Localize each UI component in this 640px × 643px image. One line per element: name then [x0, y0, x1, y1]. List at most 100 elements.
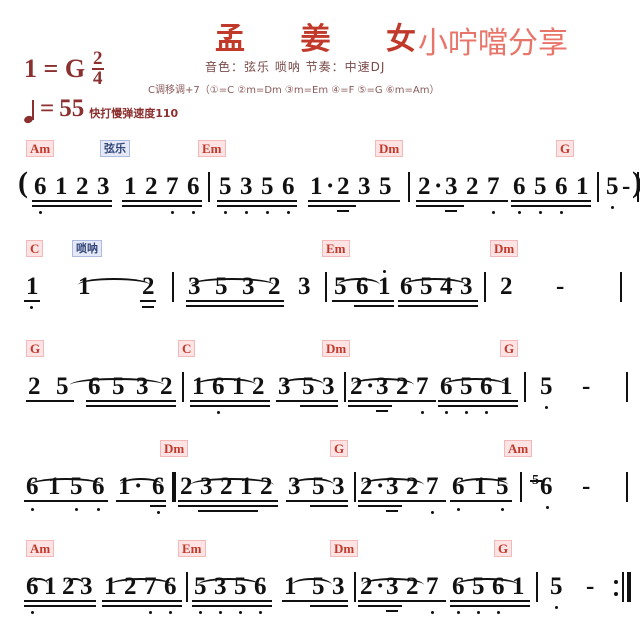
note: 7	[487, 173, 500, 200]
tempo-equals: =	[40, 95, 55, 122]
chord-row-4: Dm G Am	[0, 440, 640, 458]
chord-em: Em	[198, 140, 226, 157]
note: 2	[260, 473, 273, 500]
note: 3	[332, 473, 345, 500]
note: 7	[426, 573, 439, 600]
time-signature-denominator: 4	[93, 68, 103, 90]
note: 6	[452, 473, 465, 500]
note: 1	[48, 473, 61, 500]
sustain-dash: -	[582, 473, 591, 500]
note: 3	[386, 473, 399, 500]
chord-dm: Dm	[160, 440, 189, 457]
note: 5	[261, 173, 274, 200]
open-paren: (	[18, 166, 28, 199]
note: 2	[360, 473, 373, 500]
note: 2	[466, 173, 479, 200]
note: 5	[219, 173, 232, 200]
note: 6	[212, 373, 225, 400]
note: 3	[445, 173, 458, 200]
note: 5	[606, 173, 619, 200]
note: 5	[234, 573, 247, 600]
note: 2	[268, 273, 281, 300]
note: 5	[534, 173, 547, 200]
note: 2	[76, 173, 89, 200]
note: 3	[188, 273, 201, 300]
note-row-2: 1 1 2 3 5 3 2 3 5 6 1 6 5 4 3 2 -	[0, 258, 640, 330]
note: 2	[252, 373, 265, 400]
transpose-text: C调移调+7（①=C ②m=Dm ③m=Em ④=F ⑤=G ⑥m=Am）	[148, 85, 440, 96]
note: 5	[550, 573, 563, 600]
quarter-note-icon	[23, 100, 35, 125]
note: 3	[136, 373, 149, 400]
note: 4	[440, 273, 453, 300]
note-row-1: ( 6 1 2 3 1 2 7 6 5 3 5 6 1 · 2 3 5 2 · …	[0, 158, 640, 230]
augmentation-dot: ·	[326, 173, 335, 200]
chord-g: G	[494, 540, 513, 557]
note: 1	[44, 573, 57, 600]
note: 1	[26, 273, 39, 300]
augmentation-dot: ·	[376, 573, 385, 600]
note: 6	[400, 273, 413, 300]
note: 5	[70, 473, 83, 500]
note: 2	[145, 173, 158, 200]
note: 2	[360, 573, 373, 600]
chord-em: Em	[322, 240, 350, 257]
key-label: 1 = G	[24, 54, 86, 84]
note: 6	[26, 573, 39, 600]
note: 6	[492, 573, 505, 600]
repeat-barline-thick	[627, 572, 631, 602]
note: 1	[55, 173, 68, 200]
note: 1	[500, 373, 513, 400]
music-line-1: Am 弦乐 Em Dm G ( 6 1 2 3 1 2 7 6 5 3 5 6 …	[0, 140, 640, 240]
note: 2	[180, 473, 193, 500]
sustain-dash: -	[582, 373, 591, 400]
note: 6	[88, 373, 101, 400]
sheet-music-page: 孟 姜 女 小咛噹分享 1 = G 2 4 = 55 快打慢弹速度110 音色：…	[0, 0, 640, 643]
note: 3	[278, 373, 291, 400]
note-row-3: 2 5 6 5 3 2 1 6 1 2 3 5 3 2 · 3 2 7 6 5 …	[0, 358, 640, 430]
note: 3	[460, 273, 473, 300]
note: 3	[358, 173, 371, 200]
augmentation-dot: ·	[434, 173, 443, 200]
sheet-header: 孟 姜 女 小咛噹分享 1 = G 2 4 = 55 快打慢弹速度110 音色：…	[0, 0, 640, 140]
note: 3	[322, 373, 335, 400]
note: 2	[124, 573, 137, 600]
note: 6	[187, 173, 200, 200]
chord-row-3: G C Dm G	[0, 340, 640, 358]
note: 7	[166, 173, 179, 200]
note: 5	[312, 573, 325, 600]
note: 2	[220, 473, 233, 500]
note: 6	[152, 473, 165, 500]
note: 5	[302, 373, 315, 400]
note: 5	[334, 273, 347, 300]
tempo-note-text: 快打慢弹速度110	[89, 107, 179, 120]
instrument-strings: 弦乐	[100, 140, 130, 157]
chord-dm: Dm	[490, 240, 519, 257]
note: 3	[332, 573, 345, 600]
watermark-text: 小咛噹分享	[418, 26, 568, 61]
note: 3	[386, 573, 399, 600]
note: 5	[379, 173, 392, 200]
music-line-4: Dm G Am 6 1 5 6 1 · 6 2 3 2 1 2 3 5 3 2 …	[0, 440, 640, 540]
tempo-marking: = 55 快打慢弹速度110	[23, 95, 179, 125]
chord-am: Am	[26, 140, 55, 157]
note: 5	[215, 273, 228, 300]
note: 1	[310, 173, 323, 200]
note: 3	[200, 473, 213, 500]
chord-am: Am	[26, 540, 55, 557]
note: 1	[192, 373, 205, 400]
note: 3	[288, 473, 301, 500]
note: 1	[104, 573, 117, 600]
note: 3	[240, 173, 253, 200]
note: 3	[80, 573, 93, 600]
chord-dm: Dm	[375, 140, 404, 157]
note: 2	[406, 473, 419, 500]
augmentation-dot: ·	[134, 473, 143, 500]
note: 1	[284, 573, 297, 600]
note: 6	[356, 273, 369, 300]
note: 5	[112, 373, 125, 400]
note: 6	[164, 573, 177, 600]
note: 5	[496, 473, 509, 500]
instrument-suona: 唢呐	[72, 240, 102, 257]
chord-dm: Dm	[330, 540, 359, 557]
